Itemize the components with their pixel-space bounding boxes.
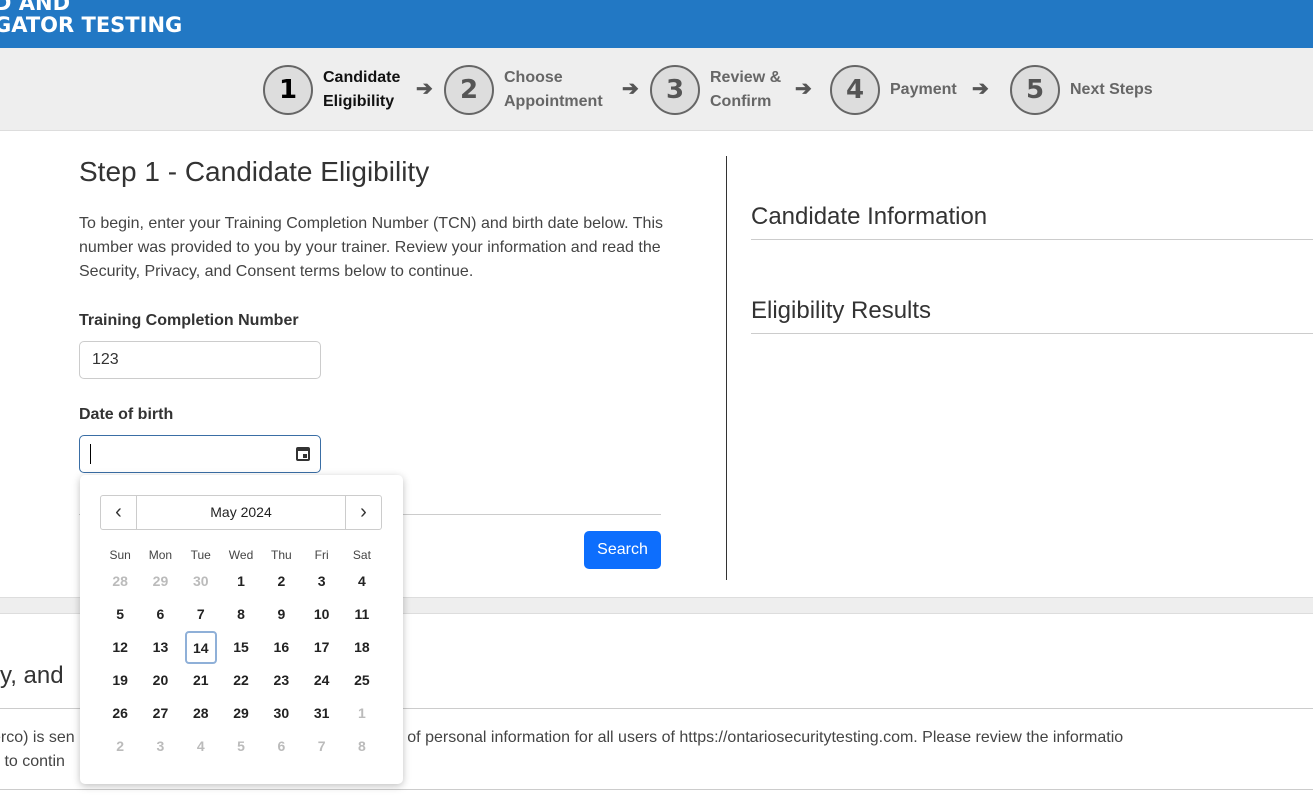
weekday-label: Tue [190, 548, 211, 562]
search-button[interactable]: Search [584, 531, 661, 569]
calendar-grid: Sun Mon Tue Wed Thu Fri Sat 28 29 30 1 2 3 4 5 6 7 8 9 10 11… [100, 545, 382, 763]
intro-text: To begin, enter your Training Completion… [79, 215, 663, 280]
calendar-day[interactable]: 9 [261, 598, 301, 631]
site-title-line2: GATOR TESTING [0, 13, 183, 37]
calendar-day[interactable]: 3 [301, 565, 341, 598]
calendar-day[interactable]: 4 [181, 730, 221, 763]
calendar-day[interactable]: 6 [140, 598, 180, 631]
step-3: 3 Review & Confirm [650, 65, 781, 115]
calendar-day[interactable]: 26 [100, 697, 140, 730]
arrow-right-icon: ➔ [416, 78, 433, 100]
arrow-right-icon: ➔ [972, 78, 989, 100]
arrow-right-icon: ➔ [622, 78, 639, 100]
calendar-day[interactable]: 1 [221, 565, 261, 598]
calendar-day[interactable]: 17 [301, 631, 341, 664]
calendar-day[interactable]: 10 [301, 598, 341, 631]
weekday-label: Thu [270, 548, 292, 562]
tcn-label: Training Completion Number [79, 312, 299, 329]
stepper: 1 Candidate Eligibility ➔ 2 Choose Appointme… [0, 48, 1313, 131]
calendar-day[interactable]: 22 [221, 664, 261, 697]
calendar-day[interactable]: 1 [342, 697, 382, 730]
step-4: 4 Payment [830, 65, 957, 115]
step-label: Review & Confirm [710, 69, 782, 110]
step-label: Candidate Eligibility [323, 69, 401, 110]
calendar-day[interactable]: 13 [140, 631, 180, 664]
calendar-icon[interactable] [296, 447, 310, 461]
calendar-day[interactable]: 12 [100, 631, 140, 664]
step-number: 5 [1010, 65, 1060, 115]
weekday-label: Sun [109, 548, 131, 562]
calendar-day[interactable]: 3 [140, 730, 180, 763]
arrow-right-icon: ➔ [795, 78, 812, 100]
calendar-day[interactable]: 4 [342, 565, 382, 598]
weekday-label: Sat [352, 548, 371, 562]
chevron-right-icon[interactable]: › [345, 496, 381, 529]
calendar-day[interactable]: 29 [221, 697, 261, 730]
tcn-input[interactable]: 123 [79, 341, 321, 379]
month-label[interactable]: May 2024 [137, 496, 345, 529]
calendar-day[interactable]: 25 [342, 664, 382, 697]
page-title: Step 1 - Candidate Eligibility [79, 156, 430, 187]
site-header: D AND GATOR TESTING [0, 0, 1313, 48]
step-label: Next Steps [1070, 81, 1153, 98]
calendar-day[interactable]: 31 [301, 697, 341, 730]
calendar-day[interactable]: 5 [221, 730, 261, 763]
calendar-day[interactable]: 7 [301, 730, 341, 763]
step-number: 3 [650, 65, 700, 115]
dob-label: Date of birth [79, 406, 174, 423]
consent-heading: cy, and [0, 662, 64, 689]
calendar-day[interactable]: 21 [181, 664, 221, 697]
step-label: Choose Appointment [504, 69, 603, 110]
calendar-day[interactable]: 19 [100, 664, 140, 697]
candidate-info-heading: Candidate Information [751, 203, 1313, 240]
site-title-line1: D AND [0, 0, 71, 15]
calendar-day[interactable]: 27 [140, 697, 180, 730]
calendar-day[interactable]: 18 [342, 631, 382, 664]
weekday-label: Mon [148, 548, 173, 562]
column-divider [726, 156, 727, 580]
eligibility-results-heading: Eligibility Results [751, 297, 1313, 334]
calendar-day[interactable]: 6 [261, 730, 301, 763]
calendar-day[interactable]: 20 [140, 664, 180, 697]
step-number: 1 [263, 65, 313, 115]
calendar-day[interactable]: 16 [261, 631, 301, 664]
calendar-day[interactable]: 2 [100, 730, 140, 763]
calendar-day[interactable]: 29 [140, 565, 180, 598]
text-caret [90, 444, 91, 464]
calendar-day[interactable]: 8 [342, 730, 382, 763]
weekday-label: Wed [228, 548, 254, 562]
calendar-day[interactable]: 28 [181, 697, 221, 730]
chevron-left-icon[interactable]: ‹ [101, 496, 137, 529]
datepicker-popup: ‹ May 2024 › Sun Mon Tue Wed Thu Fri Sat 28 29 30… [80, 475, 403, 784]
calendar-day[interactable]: 30 [181, 565, 221, 598]
step-number: 4 [830, 65, 880, 115]
divider [0, 789, 1313, 790]
calendar-day[interactable]: 11 [342, 598, 382, 631]
calendar-day[interactable]: 23 [261, 664, 301, 697]
calendar-day[interactable]: 14 [184, 631, 217, 664]
calendar-day[interactable]: 2 [261, 565, 301, 598]
step-5: 5 Next Steps [1010, 65, 1153, 115]
datepicker-nav: ‹ May 2024 › [100, 495, 382, 530]
calendar-day[interactable]: 5 [100, 598, 140, 631]
step-number: 2 [444, 65, 494, 115]
calendar-day[interactable]: 7 [181, 598, 221, 631]
calendar-day[interactable]: 30 [261, 697, 301, 730]
dob-input[interactable] [79, 435, 321, 473]
calendar-day[interactable]: 28 [100, 565, 140, 598]
step-2: 2 Choose Appointment [444, 65, 603, 115]
step-label: Payment [890, 81, 957, 98]
weekday-label: Fri [314, 548, 329, 562]
calendar-day[interactable]: 8 [221, 598, 261, 631]
calendar-day[interactable]: 24 [301, 664, 341, 697]
calendar-day[interactable]: 15 [221, 631, 261, 664]
step-1: 1 Candidate Eligibility [263, 65, 400, 115]
